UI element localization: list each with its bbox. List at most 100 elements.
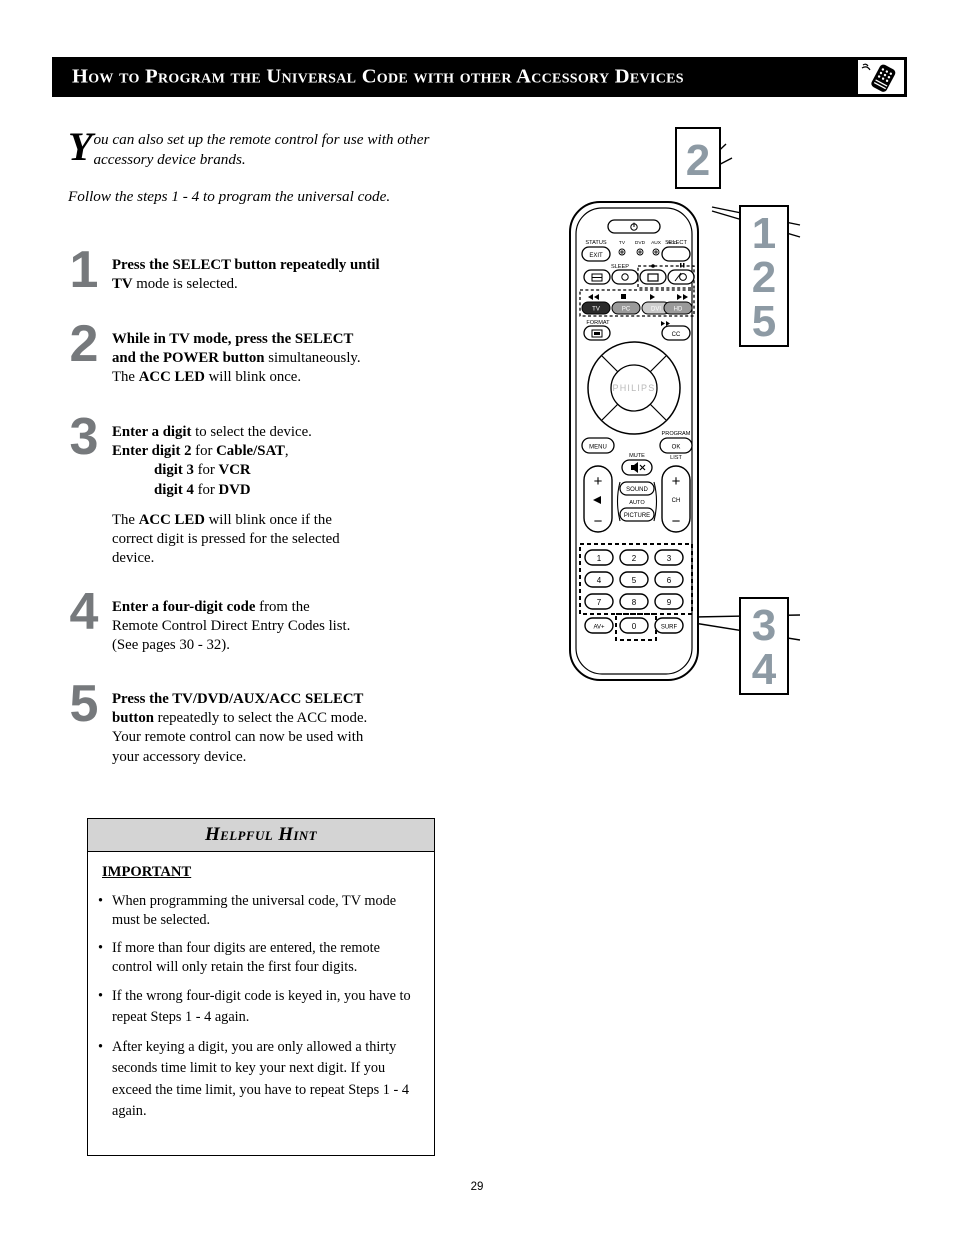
hint-bullet-1: • When programming the universal code, T… — [98, 892, 420, 930]
av-plus-label: AV+ — [593, 625, 605, 631]
select-label: SELECT — [665, 240, 687, 246]
step-2-number: 2 — [69, 315, 99, 373]
step-3-x1b: ACC LED — [138, 511, 205, 528]
digit-key-9[interactable]: 9 — [654, 593, 684, 610]
hint-bullet-4: • After keying a digit, you are only all… — [98, 1037, 420, 1122]
intro-text: You can also set up the remote control f… — [68, 127, 458, 170]
surf-label: SURF — [661, 625, 678, 631]
menu-label: MENU — [589, 445, 607, 451]
intro-follow-text: Follow the steps 1 - 4 to program the un… — [68, 188, 391, 205]
stop-icon — [621, 294, 626, 299]
digit-6-label: 6 — [667, 576, 672, 585]
step-3-l1a: Enter a digit — [112, 424, 192, 440]
select-button[interactable] — [661, 246, 691, 262]
step-4-body: Enter a four-digit code from the Remote … — [112, 598, 464, 656]
digit-key-1[interactable]: 1 — [584, 549, 614, 566]
format-button[interactable] — [583, 325, 611, 341]
hint-bullet-4-text: After keying a digit, you are only allow… — [112, 1039, 409, 1119]
digit-key-2[interactable]: 2 — [619, 549, 649, 566]
ok-button[interactable]: OK — [659, 437, 693, 454]
cc-button[interactable]: CC — [661, 325, 691, 341]
digit-3-label: 3 — [667, 554, 672, 563]
sound-button[interactable]: SOUND — [619, 481, 655, 496]
menu-button[interactable]: MENU — [581, 437, 615, 454]
helpful-hint-body: IMPORTANT • When programming the univers… — [88, 852, 434, 1155]
channel-up-label: + — [672, 473, 681, 490]
step-3-body: Enter a digit to select the device. Ente… — [112, 423, 464, 569]
status-label: STATUS — [585, 240, 607, 246]
callout-2-value: 2 — [686, 136, 710, 185]
page-number: 29 — [470, 1181, 484, 1193]
step-5-l2a: button — [112, 710, 154, 727]
mode-hd-label: HD — [674, 307, 683, 313]
step-3-x2: correct digit is pressed for the selecte… — [112, 531, 340, 548]
bullet-icon: • — [98, 988, 104, 1004]
mode-tv-label: TV — [592, 307, 600, 313]
step-3-l2c: Cable/SAT — [216, 443, 285, 460]
exit-label: EXIT — [589, 253, 603, 259]
sound-label: SOUND — [626, 487, 648, 493]
intro-line1: ou can also set up the remote control fo… — [93, 131, 430, 148]
callout-125: 1 2 5 — [739, 205, 789, 347]
digit-key-4[interactable]: 4 — [584, 571, 614, 588]
callout-34: 3 4 — [739, 597, 789, 695]
digit-5-label: 5 — [632, 576, 637, 585]
hint-bullet-3-text: If the wrong four-digit code is keyed in… — [112, 988, 411, 1026]
callout-125-value-1: 1 — [752, 209, 776, 258]
picture-format-button[interactable] — [583, 269, 611, 285]
step-2-l3b: ACC LED — [138, 369, 205, 386]
digit-key-0[interactable]: 0 — [619, 617, 649, 634]
navigation-disc[interactable]: PHILIPS — [587, 341, 681, 435]
step-3-l4b: for — [193, 481, 219, 498]
digit-key-7[interactable]: 7 — [584, 593, 614, 610]
step-5-l2b: repeatedly to select the ACC mode. — [153, 710, 368, 727]
surf-button[interactable]: SURF — [654, 617, 684, 634]
volume-rocker[interactable]: + − — [583, 465, 613, 533]
exit-button[interactable]: EXIT — [581, 246, 611, 262]
mode-button-pc[interactable]: PC — [611, 301, 641, 315]
step-2-l1: While in TV mode, press the SELECT — [112, 331, 354, 347]
digit-key-5[interactable]: 5 — [619, 571, 649, 588]
mode-pc-label: PC — [622, 307, 631, 313]
step-4-number: 4 — [69, 583, 99, 641]
mode-button-hd[interactable]: HD — [663, 301, 693, 315]
power-button[interactable] — [607, 219, 661, 234]
step-2-l2b: simultaneously. — [264, 350, 361, 367]
hint-bullet-2: • If more than four digits are entered, … — [98, 939, 420, 977]
bullet-icon: • — [98, 1039, 104, 1056]
led-label-tv: TV — [619, 240, 626, 246]
mode-button-tv[interactable]: TV — [581, 301, 611, 315]
step-3-l2a: Enter digit 2 — [112, 443, 192, 460]
callout-2: 2 — [675, 127, 721, 189]
digit-key-6[interactable]: 6 — [654, 571, 684, 588]
step-4-l3: (See pages 30 - 32). — [112, 637, 230, 654]
sleep-label: SLEEP — [611, 264, 629, 270]
digit-key-3[interactable]: 3 — [654, 549, 684, 566]
step-5-l4: your accessory device. — [112, 748, 247, 765]
digit-key-8[interactable]: 8 — [619, 593, 649, 610]
sleep-button[interactable] — [611, 269, 639, 285]
step-4-l2: Remote Control Direct Entry Codes list. — [112, 618, 351, 635]
record-dot-icon — [651, 264, 655, 268]
step-2-body: While in TV mode, press the SELECT and t… — [112, 330, 464, 388]
step-2-l3a: The — [112, 369, 139, 386]
step-2: 2 While in TV mode, press the SELECT and… — [64, 318, 464, 388]
callout-125-value-3: 5 — [752, 297, 776, 346]
step-1-l2a: TV — [112, 276, 133, 293]
step-5-body: Press the TV/DVD/AUX/ACC SELECT button r… — [112, 690, 464, 767]
callout-34-value-1: 3 — [752, 601, 776, 650]
channel-rocker[interactable]: + CH − — [661, 465, 691, 533]
cc-label: CC — [672, 332, 681, 338]
picture-button[interactable]: PICTURE — [619, 507, 655, 522]
digit-4-label: 4 — [597, 576, 602, 585]
av-plus-button[interactable]: AV+ — [584, 617, 614, 634]
step-3: 3 Enter a digit to select the device. En… — [64, 411, 464, 569]
program-label: PROGRAM — [662, 431, 691, 437]
step-1: 1 Press the SELECT button repeatedly unt… — [64, 244, 464, 296]
step-4-l1a: Enter a four-digit code — [112, 599, 256, 615]
step-3-x1c: will blink once if the — [204, 511, 332, 528]
page-header-bar: How to Program the Universal Code with o… — [52, 57, 907, 97]
page-title: How to Program the Universal Code with o… — [72, 65, 684, 88]
bullet-icon: • — [98, 893, 104, 909]
mute-button[interactable] — [621, 459, 653, 476]
